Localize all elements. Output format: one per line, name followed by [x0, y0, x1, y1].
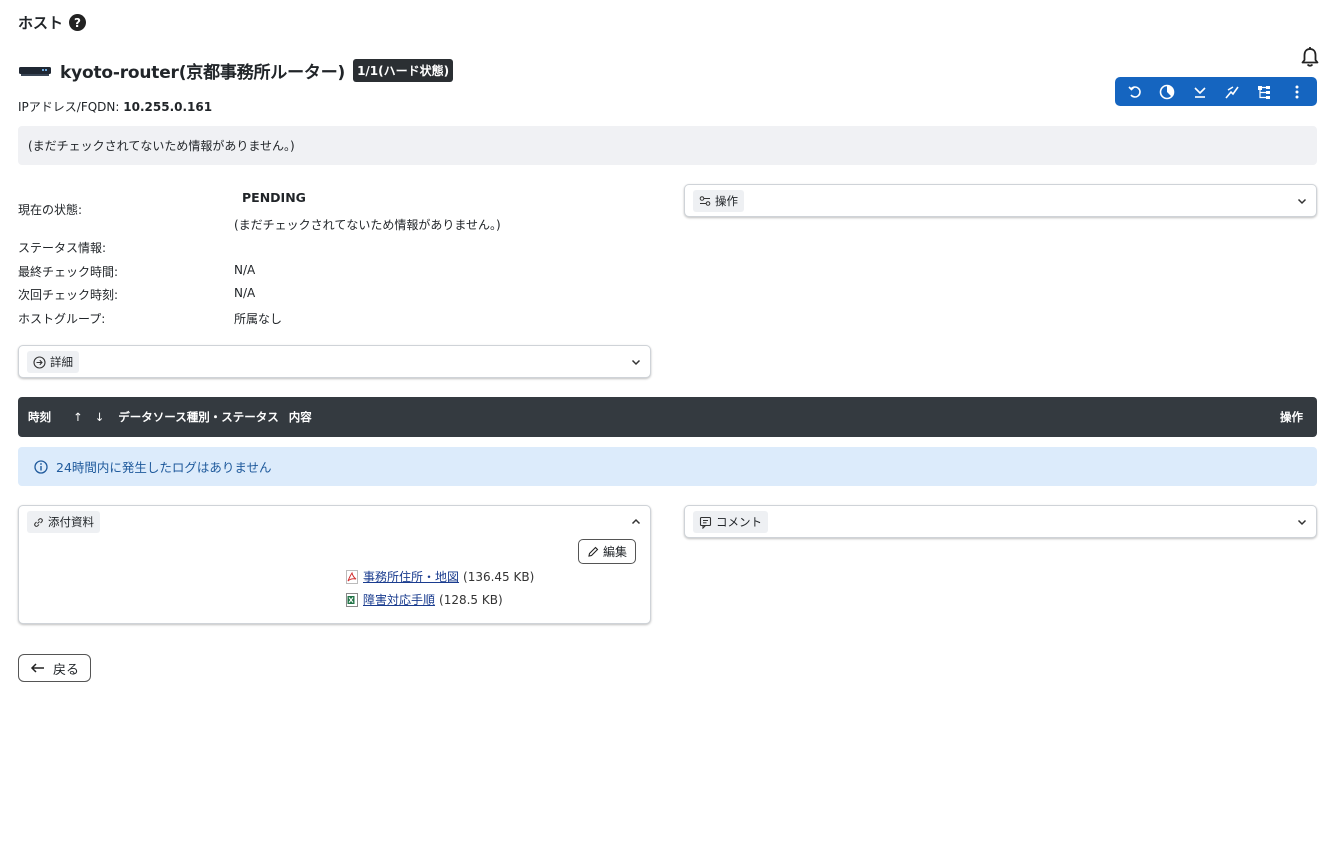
- log-table-header: 時刻 ↑ ↓ データソース種別・ステータス 内容 操作: [18, 397, 1317, 437]
- current-state-value: PENDING: [242, 190, 306, 205]
- attachment-size: (128.5 KB): [439, 592, 503, 607]
- state-badge: 1/1(ハード状態): [353, 59, 454, 82]
- ip-address-line: IPアドレス/FQDN: 10.255.0.161: [18, 98, 212, 115]
- info-icon: [34, 459, 48, 474]
- page-title: ホスト ?: [18, 12, 87, 33]
- topology-icon: [1258, 85, 1271, 99]
- graph-icon: [1225, 85, 1239, 99]
- ip-value: 10.255.0.161: [123, 100, 213, 114]
- col-time[interactable]: 時刻: [28, 409, 51, 425]
- attachment-file-row: 障害対応手順 (128.5 KB): [345, 591, 503, 608]
- acknowledge-icon: [1194, 86, 1206, 98]
- host-name: kyoto-router(京都事務所ルーター): [60, 63, 346, 83]
- attachment-link[interactable]: 事務所住所・地図: [363, 568, 459, 585]
- log-empty-text: 24時間内に発生したログはありません: [56, 460, 272, 475]
- details-panel[interactable]: 詳細: [18, 345, 651, 378]
- operations-label: 操作: [715, 194, 738, 208]
- pencil-icon: [588, 546, 599, 557]
- pie-chart-icon: [1160, 84, 1175, 99]
- details-label: 詳細: [50, 355, 73, 369]
- pdf-file-icon: [346, 569, 358, 584]
- topology-button[interactable]: [1250, 80, 1278, 104]
- col-source: データソース種別・ステータス: [118, 410, 279, 424]
- status-info-label: ステータス情報:: [18, 241, 107, 255]
- settings-sliders-icon: [699, 196, 711, 206]
- back-button[interactable]: 戻る: [18, 654, 91, 682]
- attachment-size: (136.45 KB): [463, 569, 535, 584]
- arrow-left-icon: [30, 663, 44, 673]
- comments-panel[interactable]: コメント: [684, 505, 1317, 538]
- info-message-bar: (まだチェックされてないため情報がありません。): [18, 126, 1317, 165]
- more-vertical-icon: [1295, 85, 1299, 98]
- link-icon: [34, 517, 43, 527]
- last-check-value: N/A: [234, 263, 256, 277]
- edit-attachments-button[interactable]: 編集: [577, 539, 636, 564]
- arrow-circle-right-icon: [33, 355, 46, 369]
- attachment-file-row: 事務所住所・地図 (136.45 KB): [345, 568, 534, 585]
- comments-chip: コメント: [693, 511, 768, 533]
- chevron-down-icon: [1297, 519, 1307, 526]
- router-icon: [19, 66, 51, 76]
- excel-file-icon: [346, 592, 358, 607]
- more-button[interactable]: [1283, 80, 1311, 104]
- chevron-down-icon: [631, 359, 641, 366]
- attachment-link[interactable]: 障害対応手順: [363, 591, 435, 608]
- bell-icon[interactable]: [1300, 46, 1320, 68]
- operations-panel[interactable]: 操作: [684, 184, 1317, 217]
- next-check-label: 次回チェック時刻:: [18, 288, 119, 302]
- back-label: 戻る: [52, 662, 79, 678]
- host-toolbar: [1115, 77, 1317, 106]
- reschedule-icon: [1128, 85, 1141, 98]
- availability-button[interactable]: [1153, 80, 1181, 104]
- attachments-header[interactable]: 添付資料: [19, 506, 650, 538]
- reschedule-button[interactable]: [1121, 80, 1149, 104]
- page-title-text: ホスト: [18, 14, 64, 32]
- hostgroup-label: ホストグループ:: [18, 312, 106, 326]
- attachments-panel: 添付資料 編集 事務所住所・地図 (136.45 KB) 障害対応手順 (128…: [18, 505, 651, 624]
- graph-button[interactable]: [1218, 80, 1246, 104]
- last-check-label: 最終チェック時間:: [18, 265, 119, 279]
- log-empty-alert: 24時間内に発生したログはありません: [18, 447, 1317, 486]
- comment-icon: [699, 516, 712, 529]
- col-ops: 操作: [1280, 410, 1303, 424]
- host-header: kyoto-router(京都事務所ルーター) 1/1(ハード状態): [18, 58, 454, 83]
- chevron-down-icon: [1297, 198, 1307, 205]
- attachments-label: 添付資料: [48, 515, 94, 529]
- current-state-label: 現在の状態:: [18, 203, 83, 217]
- sort-asc-icon[interactable]: ↑: [73, 410, 83, 424]
- acknowledge-button[interactable]: [1186, 80, 1214, 104]
- hostgroup-value: 所属なし: [234, 312, 283, 326]
- current-state-note: (まだチェックされてないため情報がありません。): [234, 218, 501, 232]
- edit-label: 編集: [602, 545, 627, 559]
- attachments-chip: 添付資料: [27, 511, 100, 533]
- col-content: 内容: [288, 410, 312, 424]
- info-message-text: (まだチェックされてないため情報がありません。): [28, 139, 295, 153]
- ip-label: IPアドレス/FQDN:: [18, 100, 120, 114]
- chevron-up-icon: [631, 518, 641, 525]
- sort-desc-icon[interactable]: ↓: [95, 410, 105, 424]
- details-chip: 詳細: [27, 351, 79, 373]
- next-check-value: N/A: [234, 286, 256, 300]
- operations-chip: 操作: [693, 190, 744, 212]
- comments-label: コメント: [716, 515, 762, 529]
- help-icon[interactable]: ?: [69, 14, 87, 31]
